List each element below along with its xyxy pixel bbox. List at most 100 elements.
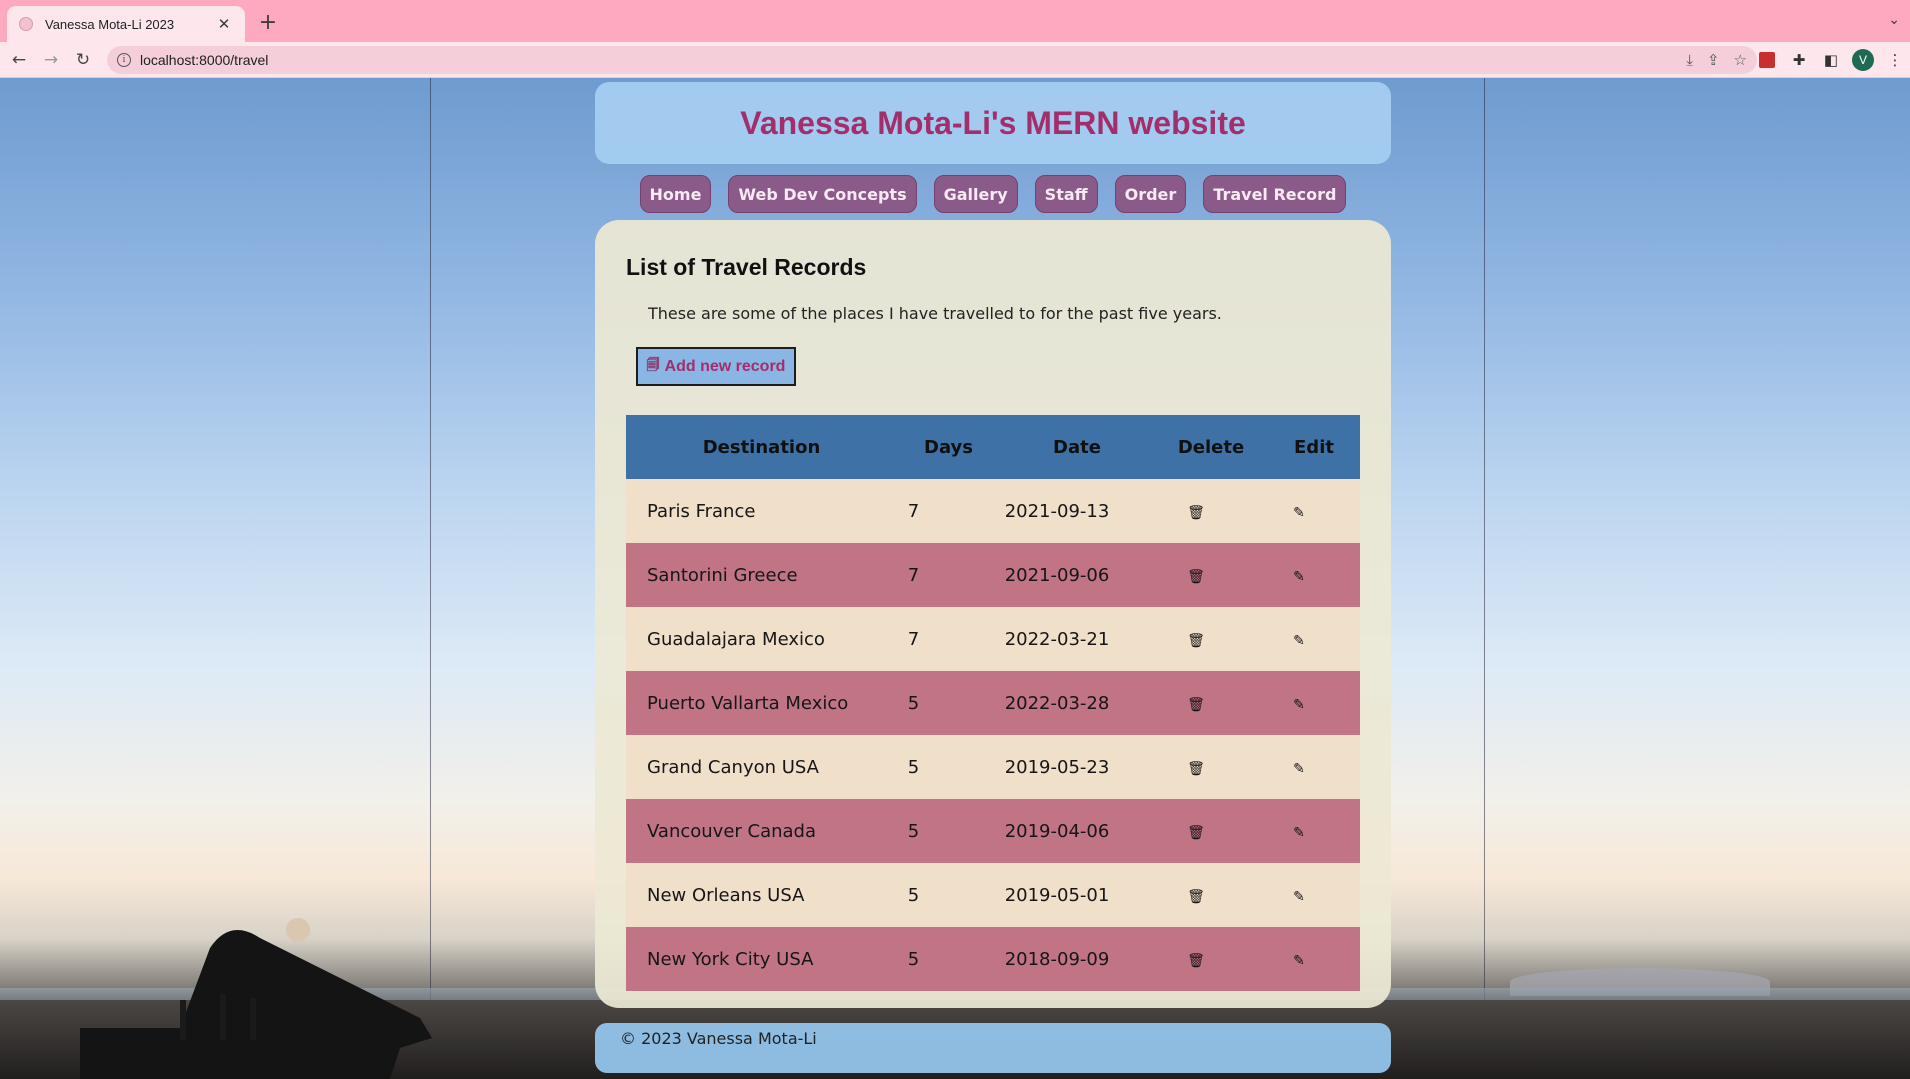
footer-copyright: © 2023 Vanessa Mota-Li xyxy=(620,1029,817,1048)
cell-date: 2019-05-23 xyxy=(1000,735,1154,799)
header-destination[interactable]: Destination xyxy=(626,415,897,479)
table-row: New York City USA 5 2018-09-09 🗑 ✎ xyxy=(626,927,1360,991)
cell-delete: 🗑 xyxy=(1154,927,1268,991)
header-date[interactable]: Date xyxy=(1000,415,1154,479)
share-icon[interactable]: ⇪ xyxy=(1707,51,1720,69)
cell-days: 7 xyxy=(897,479,1000,543)
profile-avatar[interactable]: V xyxy=(1850,47,1876,73)
extensions-puzzle-icon[interactable]: ✚ xyxy=(1786,47,1812,73)
trash-icon[interactable]: 🗑 xyxy=(1187,953,1205,969)
cell-destination: New Orleans USA xyxy=(626,863,897,927)
cell-days: 7 xyxy=(897,543,1000,607)
table-row: Grand Canyon USA 5 2019-05-23 🗑 ✎ xyxy=(626,735,1360,799)
side-panel-icon[interactable]: ◧ xyxy=(1818,47,1844,73)
favicon-icon xyxy=(19,17,33,31)
trash-icon[interactable]: 🗑 xyxy=(1187,505,1205,521)
cell-date: 2021-09-06 xyxy=(1000,543,1154,607)
cell-date: 2022-03-21 xyxy=(1000,607,1154,671)
cell-date: 2022-03-28 xyxy=(1000,671,1154,735)
cell-delete: 🗑 xyxy=(1154,863,1268,927)
close-tab-icon[interactable]: ✕ xyxy=(215,15,233,33)
pencil-icon[interactable]: ✎ xyxy=(1293,761,1305,777)
extension-red-icon[interactable] xyxy=(1754,47,1780,73)
new-tab-button[interactable]: + xyxy=(256,10,280,36)
pencil-icon[interactable]: ✎ xyxy=(1293,633,1305,649)
piano-sculpture-silhouette xyxy=(80,918,432,1079)
table-row: Guadalajara Mexico 7 2022-03-21 🗑 ✎ xyxy=(626,607,1360,671)
trash-icon[interactable]: 🗑 xyxy=(1187,825,1205,841)
nav-web-dev-concepts[interactable]: Web Dev Concepts xyxy=(728,175,917,213)
browser-menu-icon[interactable]: ⋮ xyxy=(1882,47,1908,73)
cell-edit: ✎ xyxy=(1268,863,1360,927)
trash-icon[interactable]: 🗑 xyxy=(1187,569,1205,585)
url-text: localhost:8000/travel xyxy=(140,52,269,68)
pencil-icon[interactable]: ✎ xyxy=(1293,889,1305,905)
cell-days: 7 xyxy=(897,607,1000,671)
nav-travel-record[interactable]: Travel Record xyxy=(1203,175,1347,213)
cell-destination: Grand Canyon USA xyxy=(626,735,897,799)
nav-home[interactable]: Home xyxy=(639,175,712,213)
cell-edit: ✎ xyxy=(1268,671,1360,735)
browser-tab[interactable]: Vanessa Mota-Li 2023 ✕ xyxy=(7,6,245,42)
trash-icon[interactable]: 🗑 xyxy=(1187,697,1205,713)
nav-order[interactable]: Order xyxy=(1114,175,1187,213)
cell-delete: 🗑 xyxy=(1154,735,1268,799)
cell-date: 2018-09-09 xyxy=(1000,927,1154,991)
pencil-icon[interactable]: ✎ xyxy=(1293,505,1305,521)
table-header-row: Destination Days Date Delete Edit xyxy=(626,415,1360,479)
cell-date: 2019-05-01 xyxy=(1000,863,1154,927)
header-edit: Edit xyxy=(1268,415,1360,479)
travel-records-table: Destination Days Date Delete Edit Paris … xyxy=(626,415,1360,991)
add-record-icon: 🗐 xyxy=(646,356,660,372)
nav-staff[interactable]: Staff xyxy=(1034,175,1098,213)
table-row: Puerto Vallarta Mexico 5 2022-03-28 🗑 ✎ xyxy=(626,671,1360,735)
tab-title: Vanessa Mota-Li 2023 xyxy=(45,16,175,32)
cell-destination: New York City USA xyxy=(626,927,897,991)
site-header: Vanessa Mota-Li's MERN website xyxy=(595,82,1391,164)
cell-delete: 🗑 xyxy=(1154,671,1268,735)
install-icon[interactable]: ⤓ xyxy=(1686,51,1693,69)
cell-delete: 🗑 xyxy=(1154,543,1268,607)
header-delete: Delete xyxy=(1154,415,1268,479)
pencil-icon[interactable]: ✎ xyxy=(1293,697,1305,713)
pencil-icon[interactable]: ✎ xyxy=(1293,953,1305,969)
cell-delete: 🗑 xyxy=(1154,607,1268,671)
cell-edit: ✎ xyxy=(1268,607,1360,671)
site-title: Vanessa Mota-Li's MERN website xyxy=(740,104,1246,141)
browser-toolbar: ← → ↻ i localhost:8000/travel ⤓ ⇪ ☆ ✚ ◧ … xyxy=(0,42,1910,78)
cell-date: 2019-04-06 xyxy=(1000,799,1154,863)
nav-gallery[interactable]: Gallery xyxy=(933,175,1018,213)
cell-destination: Guadalajara Mexico xyxy=(626,607,897,671)
table-row: Santorini Greece 7 2021-09-06 🗑 ✎ xyxy=(626,543,1360,607)
browser-tab-bar: Vanessa Mota-Li 2023 ✕ + ⌄ xyxy=(0,0,1910,42)
add-record-button[interactable]: 🗐 Add new record xyxy=(636,347,796,386)
cell-delete: 🗑 xyxy=(1154,799,1268,863)
cell-edit: ✎ xyxy=(1268,799,1360,863)
pencil-icon[interactable]: ✎ xyxy=(1293,569,1305,585)
cell-edit: ✎ xyxy=(1268,543,1360,607)
address-bar[interactable]: i localhost:8000/travel ⤓ ⇪ ☆ xyxy=(107,46,1757,74)
reload-icon[interactable]: ↻ xyxy=(70,47,96,73)
cell-days: 5 xyxy=(897,927,1000,991)
trash-icon[interactable]: 🗑 xyxy=(1187,889,1205,905)
divider-line xyxy=(1484,78,1485,1079)
site-info-icon[interactable]: i xyxy=(117,53,131,67)
back-icon[interactable]: ← xyxy=(6,47,32,73)
site-footer: © 2023 Vanessa Mota-Li xyxy=(595,1023,1391,1073)
table-row: Vancouver Canada 5 2019-04-06 🗑 ✎ xyxy=(626,799,1360,863)
cell-destination: Vancouver Canada xyxy=(626,799,897,863)
bookmark-star-icon[interactable]: ☆ xyxy=(1734,51,1747,69)
cell-destination: Santorini Greece xyxy=(626,543,897,607)
cell-destination: Puerto Vallarta Mexico xyxy=(626,671,897,735)
cell-date: 2021-09-13 xyxy=(1000,479,1154,543)
tab-search-icon[interactable]: ⌄ xyxy=(1888,12,1900,28)
forward-icon[interactable]: → xyxy=(38,47,64,73)
trash-icon[interactable]: 🗑 xyxy=(1187,633,1205,649)
cell-days: 5 xyxy=(897,671,1000,735)
cell-destination: Paris France xyxy=(626,479,897,543)
page-description: These are some of the places I have trav… xyxy=(648,304,1222,323)
pencil-icon[interactable]: ✎ xyxy=(1293,825,1305,841)
trash-icon[interactable]: 🗑 xyxy=(1187,761,1205,777)
header-days[interactable]: Days xyxy=(897,415,1000,479)
add-record-label: Add new record xyxy=(664,357,786,375)
